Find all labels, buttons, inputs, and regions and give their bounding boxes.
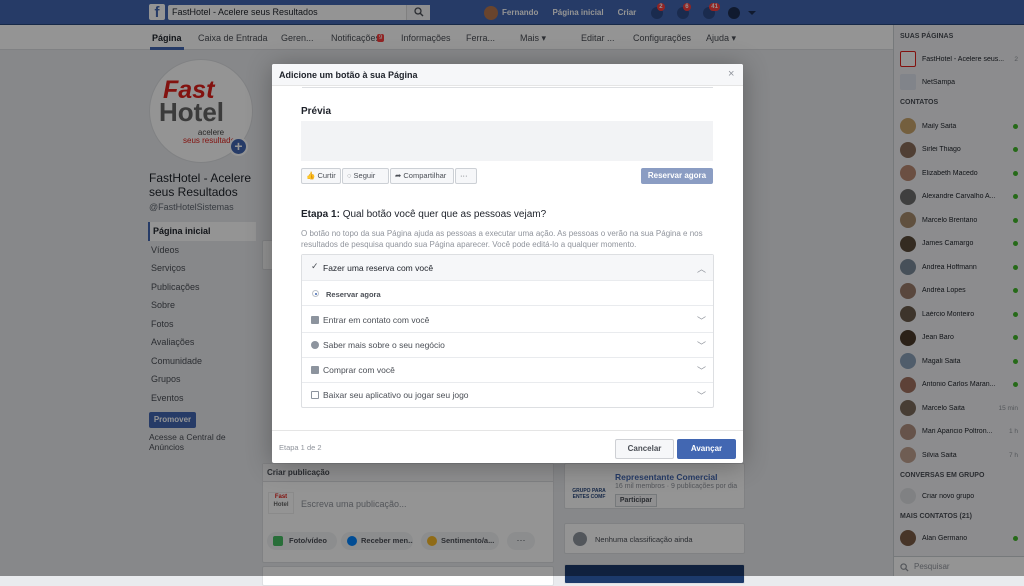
download-icon <box>311 391 319 399</box>
dialog-header: Adicione um botão à sua Página × <box>272 64 743 86</box>
close-icon[interactable]: × <box>728 68 734 80</box>
preview-cover <box>301 121 713 161</box>
preview-share-button: ➦ Compartilhar <box>390 168 454 184</box>
chevron-down-icon: ﹀ <box>697 366 707 376</box>
radio-selected-icon <box>312 290 319 297</box>
chevron-down-icon: ﹀ <box>697 316 707 326</box>
next-button[interactable]: Avançar <box>677 439 736 459</box>
preview-follow-button: ◌ Seguir <box>342 168 389 184</box>
option-contact[interactable]: Entrar em contato com você ﹀ <box>302 307 713 333</box>
preview-more-button: ··· <box>455 168 477 184</box>
message-icon <box>311 316 319 324</box>
chevron-down-icon: ﹀ <box>697 341 707 351</box>
preview-cta-button: Reservar agora <box>641 168 713 184</box>
shopping-bag-icon <box>311 366 319 374</box>
option-download-app[interactable]: Baixar seu aplicativo ou jogar seu jogo … <box>302 382 713 408</box>
step-indicator: Etapa 1 de 2 <box>279 443 322 452</box>
check-icon: ✓ <box>311 261 319 271</box>
dialog-title: Adicione um botão à sua Página <box>279 70 418 80</box>
preview-label: Prévia <box>301 106 332 117</box>
option-learn-more[interactable]: Saber mais sobre o seu negócio ﹀ <box>302 332 713 358</box>
button-options-list: ✓ Fazer uma reserva com você ︿ Reservar … <box>301 254 714 408</box>
option-booking[interactable]: ✓ Fazer uma reserva com você ︿ <box>302 255 713 281</box>
preview-like-button: 👍 Curtir <box>301 168 341 184</box>
info-icon <box>311 341 319 349</box>
option-shop[interactable]: Comprar com você ﹀ <box>302 357 713 383</box>
add-button-dialog: Adicione um botão à sua Página × Prévia … <box>272 64 743 463</box>
chevron-up-icon: ︿ <box>697 264 707 274</box>
dialog-body: Prévia 👍 Curtir ◌ Seguir ➦ Compartilhar … <box>272 87 743 431</box>
cancel-button[interactable]: Cancelar <box>615 439 674 459</box>
chevron-down-icon: ﹀ <box>697 391 707 401</box>
sub-option-reserve-now[interactable]: Reservar agora <box>302 282 713 306</box>
divider <box>302 87 713 88</box>
step-description: O botão no topo da sua Página ajuda as p… <box>301 229 703 249</box>
dialog-footer: Etapa 1 de 2 Cancelar Avançar <box>272 430 743 463</box>
step-title: Etapa 1: Qual botão você quer que as pes… <box>301 209 547 220</box>
